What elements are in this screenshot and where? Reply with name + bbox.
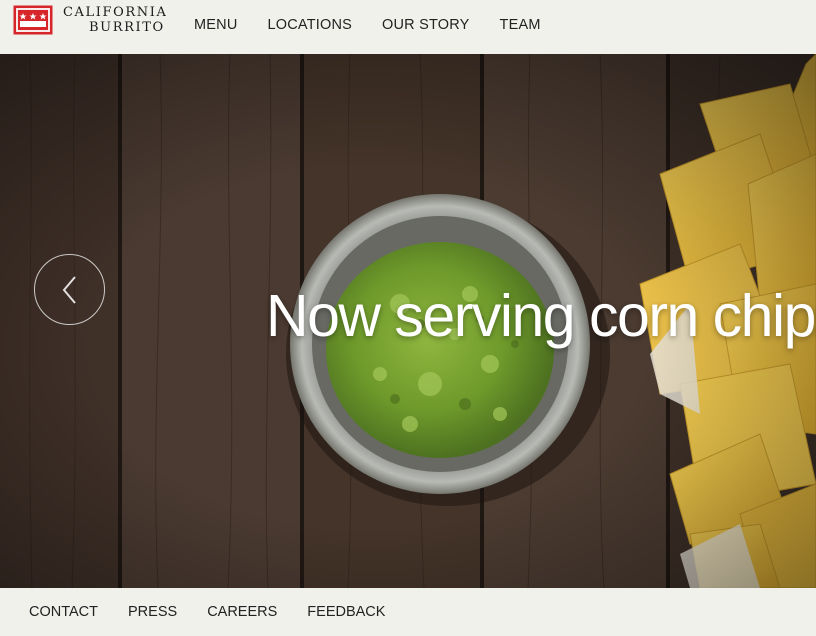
footer-item-press[interactable]: PRESS bbox=[128, 604, 177, 620]
carousel-prev-button[interactable] bbox=[34, 254, 105, 325]
hero-headline: Now serving corn chips bbox=[266, 283, 816, 349]
flag-logo-icon bbox=[13, 5, 53, 35]
nav-item-locations[interactable]: LOCATIONS bbox=[268, 17, 353, 33]
site-footer: CONTACT PRESS CAREERS FEEDBACK bbox=[0, 588, 816, 636]
footer-item-careers[interactable]: CAREERS bbox=[207, 604, 277, 620]
footer-item-contact[interactable]: CONTACT bbox=[29, 604, 98, 620]
brand-name-line1: CALIFORNIA bbox=[63, 5, 168, 20]
hero-carousel: Now serving corn chips bbox=[0, 54, 816, 588]
main-nav: MENU LOCATIONS OUR STORY TEAM bbox=[194, 17, 541, 33]
nav-item-menu[interactable]: MENU bbox=[194, 17, 238, 33]
brand-name-line2: BURRITO bbox=[89, 20, 165, 35]
chevron-left-icon bbox=[62, 276, 76, 304]
brand-wordmark: CALIFORNIA BURRITO bbox=[63, 5, 173, 35]
footer-nav: CONTACT PRESS CAREERS FEEDBACK bbox=[29, 604, 385, 620]
nav-item-our-story[interactable]: OUR STORY bbox=[382, 17, 469, 33]
site-header: CALIFORNIA BURRITO MENU LOCATIONS OUR ST… bbox=[0, 0, 816, 54]
nav-item-team[interactable]: TEAM bbox=[500, 17, 541, 33]
footer-item-feedback[interactable]: FEEDBACK bbox=[307, 604, 385, 620]
